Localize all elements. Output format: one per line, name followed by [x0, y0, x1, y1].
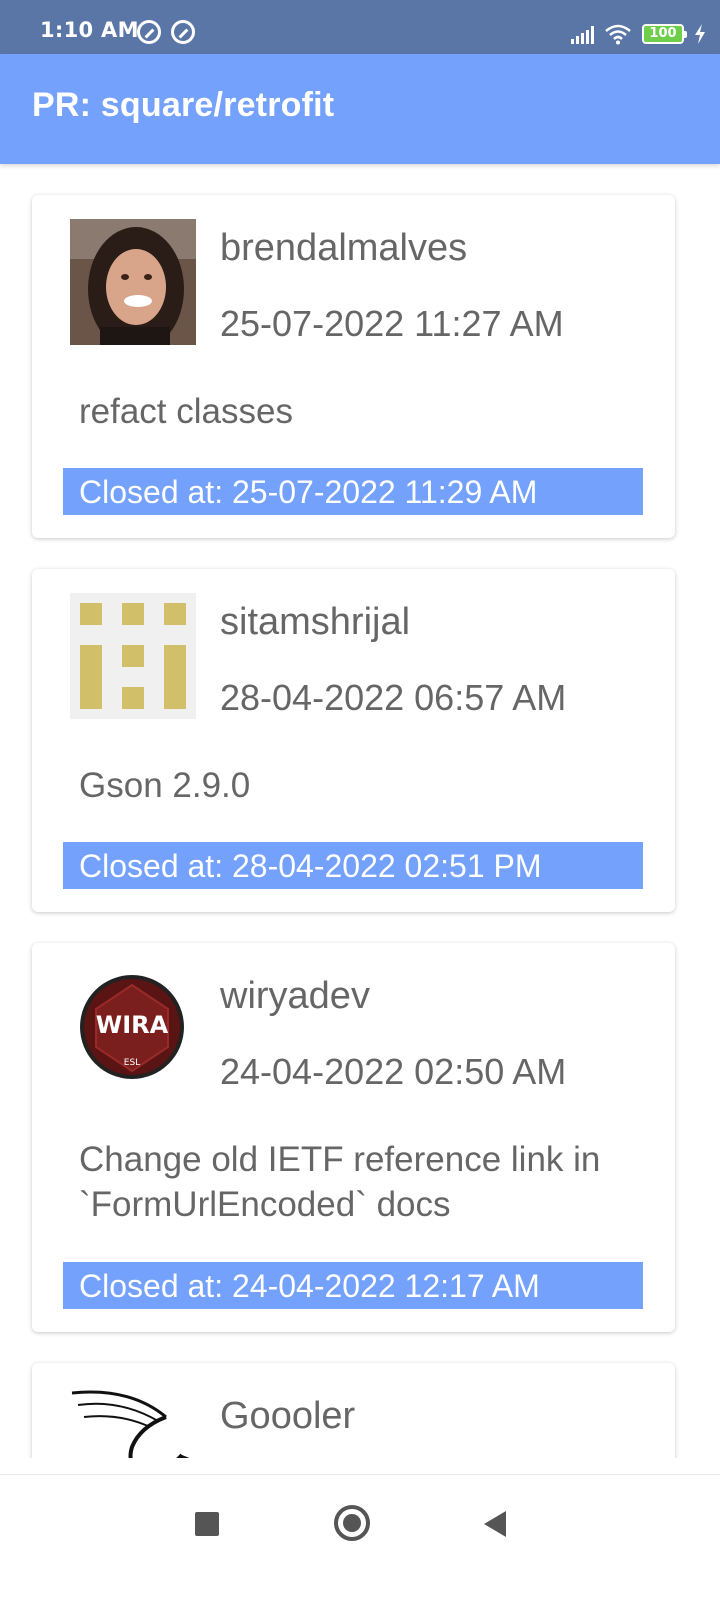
- pull-request-card[interactable]: Goooler: [32, 1363, 675, 1458]
- identicon-avatar: [70, 593, 196, 719]
- svg-text:ESL: ESL: [124, 1058, 140, 1068]
- page-title: PR: square/retrofit: [32, 86, 335, 124]
- pull-request-list[interactable]: brendalmalves 25-07-2022 11:27 AM refact…: [0, 164, 720, 1458]
- signal-icon: [571, 24, 594, 44]
- username: sitamshrijal: [220, 601, 411, 643]
- pull-request-title: refact classes: [79, 392, 293, 431]
- home-button[interactable]: [334, 1505, 370, 1541]
- closed-at-badge: Closed at: 25-07-2022 11:29 AM: [63, 468, 643, 515]
- dragon-logo-avatar: [70, 1387, 196, 1458]
- pull-request-card[interactable]: brendalmalves 25-07-2022 11:27 AM refact…: [32, 195, 675, 538]
- status-time: 1:10 AM: [40, 18, 139, 42]
- username: brendalmalves: [220, 227, 468, 269]
- wifi-icon: [605, 24, 631, 45]
- pull-request-card[interactable]: WIRA ESL wiryadev 24-04-2022 02:50 AM Ch…: [32, 943, 675, 1332]
- pull-request-title: Gson 2.9.0: [79, 766, 251, 805]
- navigation-bar: [0, 1474, 720, 1600]
- svg-text:WIRA: WIRA: [96, 1011, 169, 1039]
- user-photo-avatar: [70, 219, 196, 345]
- app-notification-icon: [137, 20, 161, 44]
- pull-request-card[interactable]: sitamshrijal 28-04-2022 06:57 AM Gson 2.…: [32, 569, 675, 912]
- username: wiryadev: [220, 975, 370, 1017]
- created-date: 28-04-2022 06:57 AM: [220, 677, 567, 718]
- status-icons: 100: [571, 20, 706, 48]
- charging-icon: [695, 24, 705, 44]
- created-date: 24-04-2022 02:50 AM: [220, 1051, 567, 1092]
- status-bar: 1:10 AM 100: [0, 0, 720, 54]
- app-notification-icon: [171, 20, 195, 44]
- recent-apps-button[interactable]: [195, 1512, 219, 1536]
- app-bar: PR: square/retrofit: [0, 54, 720, 164]
- pull-request-title: Change old IETF reference link in `FormU…: [79, 1140, 601, 1224]
- username: Goooler: [220, 1395, 356, 1437]
- closed-at-badge: Closed at: 28-04-2022 02:51 PM: [63, 842, 643, 889]
- wira-logo-avatar: WIRA ESL: [70, 967, 196, 1093]
- created-date: 25-07-2022 11:27 AM: [220, 303, 564, 344]
- battery-icon: 100: [642, 24, 687, 44]
- closed-at-badge: Closed at: 24-04-2022 12:17 AM: [63, 1262, 643, 1309]
- back-button[interactable]: [484, 1511, 506, 1537]
